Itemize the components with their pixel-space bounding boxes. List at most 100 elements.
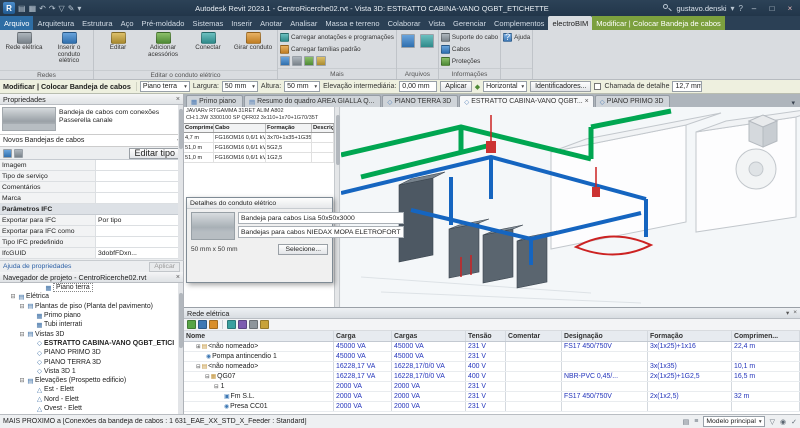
conduit-details-dialog[interactable]: Detalhes do conduto elétrico Bandeja par…: [186, 197, 333, 283]
level-select[interactable]: Piano terra▾: [140, 81, 190, 92]
hanging-device[interactable]: [486, 141, 496, 153]
ribbon-tab[interactable]: Modificar | Colocar Bandeja de cabos: [592, 16, 725, 30]
browser-scrollbar[interactable]: [178, 283, 183, 414]
orientation-select[interactable]: Horizontal▾: [483, 81, 527, 92]
open-icon[interactable]: ▤: [18, 4, 26, 13]
panel-tree-icon[interactable]: [198, 320, 207, 329]
adicionar-acessorios-button[interactable]: Adicionar acessórios: [141, 31, 185, 69]
design-option-select[interactable]: Modelo principal▾: [703, 416, 764, 427]
expand-icon[interactable]: ⊟: [205, 374, 210, 380]
tool-grid-icon[interactable]: [280, 56, 290, 66]
expand-icon[interactable]: ⊟: [214, 384, 219, 390]
drawing-area[interactable]: JAVIARv RTGAMMA 31RET ALIM A802 CH:1.3W …: [184, 107, 800, 307]
tab-close-icon[interactable]: ×: [585, 98, 589, 105]
carregar-familias-button[interactable]: Carregar famílias padrão: [280, 43, 361, 55]
expand-icon[interactable]: ⊟: [18, 377, 26, 384]
expand-icon[interactable]: ⊟: [196, 364, 201, 370]
editable-only-icon[interactable]: ◉: [780, 418, 786, 426]
design-options-icon[interactable]: ≡: [694, 418, 698, 425]
minimize-button[interactable]: –: [747, 4, 761, 13]
browser-tree-item[interactable]: ⊟ ▤ Elétrica: [0, 292, 178, 301]
aplicar-button[interactable]: Aplicar: [440, 81, 471, 92]
rede-table-row[interactable]: ⊟ 1 2000 VA 2000 VA 231 V: [184, 382, 800, 392]
schedule-row[interactable]: 51,0 m FG16OM16 0,6/1 kV 1G2,5: [184, 153, 334, 163]
schedule-row[interactable]: 4,7 m FG16OM16 0,6/1 kV 3x70+1x35+1G35: [184, 133, 334, 143]
account-dropdown-icon[interactable]: ▾: [731, 4, 735, 13]
browser-tree-item[interactable]: ▦ Piano terra: [0, 283, 178, 292]
schedule-row[interactable]: 51,0 m FG16OM16 0,6/1 kV 5G2,5: [184, 143, 334, 153]
ribbon-tab[interactable]: Arquitetura: [33, 16, 78, 30]
revit-logo-icon[interactable]: R: [3, 2, 15, 14]
browser-tree-item[interactable]: ◇ PIANO TERRA 3D: [0, 357, 178, 366]
browser-tree-item[interactable]: ▦ Primo piano: [0, 311, 178, 320]
arquivo-grid-icon[interactable]: [420, 34, 434, 48]
rede-table-row[interactable]: ⊟ ▤ <não nomeado> 16228,17 VA 16228,17/0…: [184, 362, 800, 372]
carregar-anotacoes-button[interactable]: Carregar anotações e programações: [280, 31, 394, 43]
rede-pin-icon[interactable]: ▾: [786, 309, 789, 317]
tool-update-icon[interactable]: [304, 56, 314, 66]
view-tab[interactable]: ◇ PIANO TERRA 3D: [382, 95, 458, 107]
ribbon-tab[interactable]: Anotar: [256, 16, 286, 30]
tab-list-icon[interactable]: ▾: [788, 99, 798, 107]
identificadores-button[interactable]: Identificadores...: [530, 81, 591, 92]
browser-tree-item[interactable]: ◇ Vista 3D 1: [0, 367, 178, 376]
ribbon-tab[interactable]: electroBIM: [548, 16, 592, 30]
property-row[interactable]: Imagem: [0, 160, 183, 171]
view-cube[interactable]: [749, 115, 777, 147]
filter-icon[interactable]: [3, 149, 12, 158]
ribbon-tab[interactable]: Massa e terreno: [321, 16, 383, 30]
properties-close-icon[interactable]: ×: [176, 96, 180, 103]
rede-table-row[interactable]: ▣ Fm S.L. 2000 VA 2000 VA 231 V FS17 450…: [184, 392, 800, 402]
inserir-conduto-button[interactable]: Inserir o conduto elétrico: [47, 31, 91, 69]
rede-table-row[interactable]: ◉ Pompa antincendio 1 45000 VA 45000 VA …: [184, 352, 800, 362]
browser-tree-item[interactable]: △ Ovest - Elett: [0, 404, 178, 413]
view-tab[interactable]: ▦ Primo piano: [186, 95, 243, 107]
export-icon[interactable]: [209, 320, 218, 329]
electrical-cabinet[interactable]: [449, 223, 479, 278]
ribbon-tab[interactable]: Colaborar: [384, 16, 425, 30]
property-row[interactable]: Exportar para IFC Por tipo: [0, 215, 183, 226]
offset-input[interactable]: 12,7 mm: [672, 81, 702, 92]
report-icon[interactable]: [238, 320, 247, 329]
user-account[interactable]: gustavo.denski: [676, 4, 726, 13]
suporte-cabo-button[interactable]: Suporte do cabo: [441, 31, 498, 43]
edit-type-button[interactable]: Editar tipo: [129, 148, 180, 159]
property-row[interactable]: Exportar para IFC como: [0, 226, 183, 237]
properties-apply-button[interactable]: Aplicar: [149, 262, 180, 272]
view-tab[interactable]: ▤ Resumo do quadro AREA GIALLA Q...: [244, 95, 381, 107]
3d-model-view[interactable]: [341, 107, 800, 307]
schedule-scrollbar[interactable]: [334, 107, 340, 307]
selecione-button[interactable]: Selecione...: [278, 244, 328, 255]
type-preview[interactable]: Bandeja de cabos com conexões Passerella…: [0, 105, 183, 135]
browser-tree-item[interactable]: ⊟ ▤ Plantas de piso (Planta del paviment…: [0, 302, 178, 311]
properties-help-link[interactable]: Ajuda de propriedades: [3, 263, 71, 270]
browser-tree-item[interactable]: △ Nord - Elett: [0, 395, 178, 404]
rede-table-row[interactable]: ⊞ ▤ <não nomeado> 45000 VA 45000 VA 231 …: [184, 342, 800, 352]
browser-tree-item[interactable]: ▦ Tubi interrati: [0, 320, 178, 329]
property-row[interactable]: IfcGUID 3dobfFDxn...: [0, 248, 183, 259]
browser-tree-item[interactable]: ◇ ESTRATTO CABINA-VANO QGBT_ETICI: [0, 339, 178, 348]
property-row[interactable]: Tipo IFC predefinido: [0, 237, 183, 248]
electrical-cabinet[interactable]: [483, 229, 513, 283]
ribbon-tab[interactable]: Estrutura: [78, 16, 116, 30]
ribbon-tab[interactable]: Pré-moldado: [138, 16, 189, 30]
girar-conduto-button[interactable]: Girar conduto: [231, 31, 275, 69]
ajuda-button[interactable]: ? Ajuda: [503, 31, 530, 43]
tool-sheet-icon[interactable]: [292, 56, 302, 66]
rede-eletrica-button[interactable]: Rede elétrica: [2, 31, 46, 69]
property-row[interactable]: Marca: [0, 193, 183, 204]
ribbon-tab[interactable]: Complementos: [490, 16, 548, 30]
hanging-device[interactable]: [592, 187, 600, 197]
cabos-button[interactable]: Cabos: [441, 43, 470, 55]
ifc-group-header[interactable]: Parâmetros IFC: [0, 204, 183, 215]
qat-dropdown-icon[interactable]: ▾: [77, 4, 81, 13]
ribbon-tab[interactable]: Inserir: [227, 16, 256, 30]
tray-family-field[interactable]: Bandejas para cabos NIEDAX MOPA ELETROFO…: [238, 226, 404, 238]
arquivo-16-icon[interactable]: [401, 34, 415, 48]
rede-table-row[interactable]: ◉ Presa CC01 2000 VA 2000 VA 231 V: [184, 402, 800, 412]
select-filter-icon[interactable]: ✓: [791, 418, 797, 426]
save-icon[interactable]: ▦: [29, 4, 37, 13]
help-icon[interactable]: ?: [739, 4, 743, 13]
browser-tree-item[interactable]: ⊟ ▤ Vistas 3D: [0, 329, 178, 338]
ribbon-tab[interactable]: Vista: [425, 16, 450, 30]
